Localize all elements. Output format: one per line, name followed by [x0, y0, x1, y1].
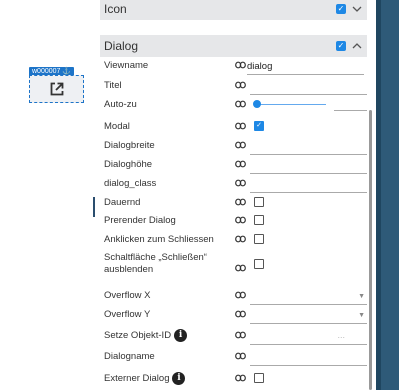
link-icon[interactable] — [235, 374, 246, 382]
overflowy-select[interactable]: ▼ — [250, 310, 367, 324]
dialogbreite-input[interactable] — [250, 141, 367, 155]
link-icon[interactable] — [235, 122, 246, 130]
modal-checkbox[interactable]: ✓ — [254, 121, 264, 131]
prop-label: Dauernd — [104, 197, 141, 208]
prop-prerender: Prerender Dialog — [100, 211, 367, 231]
link-icon[interactable] — [235, 331, 246, 339]
objektid-input[interactable]: ... — [250, 330, 367, 345]
prop-label: Dialoghöhe — [104, 159, 153, 170]
link-icon[interactable] — [235, 160, 246, 168]
prop-label-wrap: Setze Objekt-ID i — [104, 326, 188, 346]
autozu-slider-knob[interactable] — [253, 100, 261, 108]
dropdown-caret-icon: ▼ — [358, 312, 365, 319]
prop-label: Titel — [104, 80, 122, 91]
link-icon[interactable] — [235, 141, 246, 149]
section-icon-header[interactable]: Icon ✓ — [100, 0, 367, 20]
link-icon[interactable] — [235, 264, 246, 272]
link-icon[interactable] — [235, 291, 246, 299]
prop-label: Schaltfläche „Schließen“ ausblenden — [104, 252, 207, 275]
prop-label: Dialogname — [104, 351, 155, 362]
link-icon[interactable] — [235, 352, 246, 360]
objektid-placeholder: ... — [337, 330, 345, 340]
chevron-down-icon[interactable] — [351, 4, 363, 15]
prop-overflowy: Overflow Y ▼ — [100, 305, 367, 325]
link-icon[interactable] — [235, 198, 246, 206]
prop-dialogname: Dialogname — [100, 347, 367, 367]
dialoghoehe-input[interactable] — [250, 160, 367, 174]
prop-label: Dialogbreite — [104, 140, 155, 151]
section-dialog-label: Dialog — [104, 39, 139, 53]
dauernd-checkbox[interactable] — [254, 197, 264, 207]
chevron-up-icon[interactable] — [351, 41, 363, 52]
dropdown-caret-icon: ▼ — [358, 293, 365, 300]
section-icon-checkbox[interactable]: ✓ — [336, 4, 346, 14]
prop-schaltflaeche: Schaltfläche „Schließen“ ausblenden — [100, 252, 367, 284]
widget-box[interactable] — [29, 75, 84, 103]
link-icon[interactable] — [235, 310, 246, 318]
prop-label: Anklicken zum Schliessen — [104, 234, 214, 245]
panel-scrollbar[interactable] — [369, 110, 372, 390]
prop-anklicken: Anklicken zum Schliessen — [100, 230, 367, 250]
link-icon[interactable] — [235, 179, 246, 187]
prop-modal: Modal ✓ — [100, 117, 367, 137]
prop-label: Auto-zu — [104, 99, 137, 110]
section-dialog-header[interactable]: Dialog ✓ — [100, 35, 367, 57]
dialogname-input[interactable] — [250, 352, 367, 366]
panel-resize-handle[interactable] — [93, 197, 95, 217]
info-icon[interactable]: i — [174, 328, 188, 342]
prop-label: Setze Objekt-ID — [104, 330, 172, 341]
prop-label: Prerender Dialog — [104, 215, 176, 226]
link-icon[interactable] — [235, 100, 246, 108]
link-icon[interactable] — [235, 216, 246, 224]
section-icon-label: Icon — [104, 2, 127, 16]
prop-dialoghoehe: Dialoghöhe — [100, 155, 367, 175]
link-icon[interactable] — [235, 235, 246, 243]
prop-dialog-class: dialog_class — [100, 174, 367, 194]
prop-label: Overflow Y — [104, 309, 151, 320]
info-icon[interactable]: i — [172, 371, 186, 385]
viewname-input[interactable]: dialog — [247, 61, 364, 75]
autozu-slider-track[interactable] — [258, 104, 326, 105]
prop-label-wrap: Externer Dialog i — [104, 369, 186, 389]
anklicken-checkbox[interactable] — [254, 234, 264, 244]
autozu-value-input[interactable] — [334, 110, 367, 111]
link-icon[interactable] — [235, 61, 246, 69]
link-icon[interactable] — [235, 81, 246, 89]
prop-label: Viewname — [104, 60, 149, 71]
prop-autozu: Auto-zu — [100, 95, 367, 115]
open-external-icon — [50, 82, 63, 96]
prop-extern: Externer Dialog i — [100, 369, 367, 389]
overflowx-select[interactable]: ▼ — [250, 291, 367, 305]
widget-preview[interactable]: w000007 ⚓ — [29, 67, 84, 103]
prop-dauernd: Dauernd — [100, 193, 367, 213]
prop-dialogbreite: Dialogbreite — [100, 136, 367, 156]
prop-label: Modal — [104, 121, 130, 132]
prop-objektid: Setze Objekt-ID i ... — [100, 326, 367, 346]
extern-checkbox[interactable] — [254, 373, 264, 383]
prop-titel: Titel — [100, 76, 367, 96]
prop-label: dialog_class — [104, 178, 157, 189]
titel-input[interactable] — [250, 81, 367, 95]
dialog-class-input[interactable] — [250, 179, 367, 193]
prop-viewname: Viewname dialog — [100, 56, 367, 76]
prop-label: Externer Dialog — [104, 373, 170, 384]
prop-overflowx: Overflow X ▼ — [100, 286, 367, 306]
strip-edge — [376, 0, 381, 390]
schaltflaeche-checkbox[interactable] — [254, 259, 264, 269]
properties-panel: Icon ✓ Dialog ✓ Viewname dialog Titel Au… — [96, 0, 376, 390]
section-dialog-checkbox[interactable]: ✓ — [336, 41, 346, 51]
prop-label: Overflow X — [104, 290, 151, 301]
prerender-checkbox[interactable] — [254, 215, 264, 225]
right-background-strip — [376, 0, 399, 390]
